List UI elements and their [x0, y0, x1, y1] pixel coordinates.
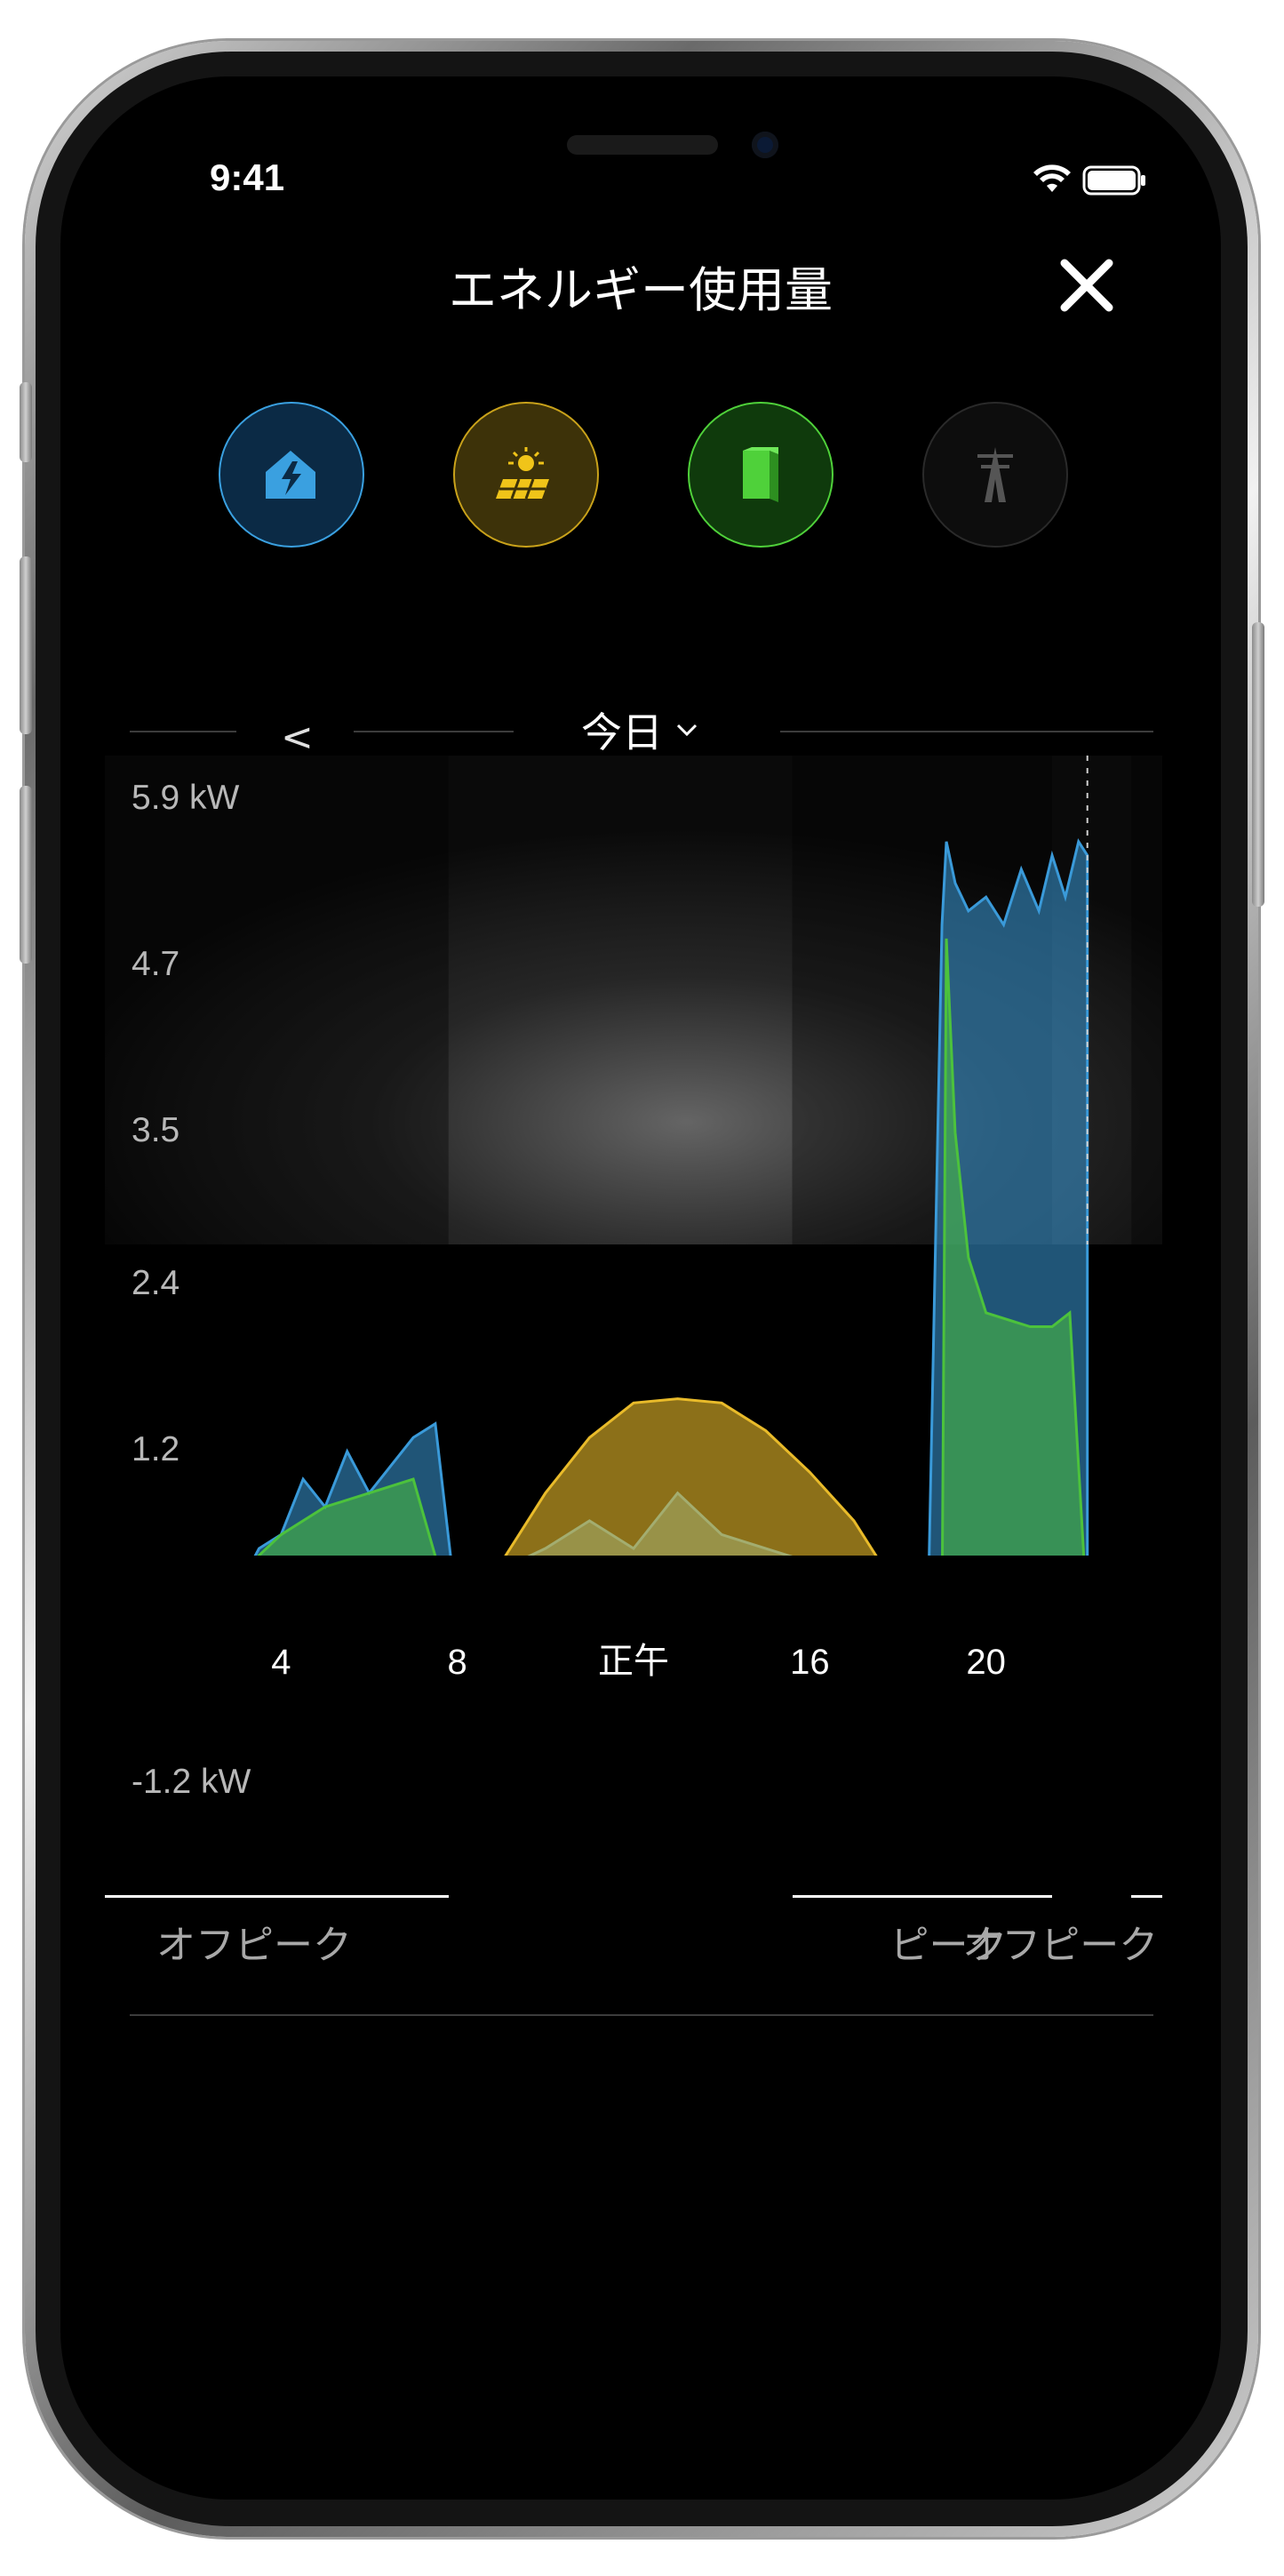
solar-mode-button[interactable]: [453, 402, 599, 548]
front-camera: [752, 132, 778, 158]
solar-icon: [496, 447, 549, 500]
status-time: 9:41: [210, 156, 285, 198]
screen: 9:41 エネルギー使用量 < 今日 5.9 kW 4.7 3.5 2.4 1.…: [60, 76, 1221, 2500]
tariff-band-bar: [792, 1895, 1053, 1898]
x-tick-label: 20: [966, 1643, 1006, 1682]
earpiece-speaker: [567, 135, 718, 155]
bottom-divider: [130, 2014, 1153, 2016]
chevron-down-icon: [676, 724, 698, 737]
tariff-shade-2: [1131, 756, 1162, 1244]
x-tick-label: 4: [271, 1643, 291, 1682]
solar-series-area: [504, 1397, 878, 1556]
power-button: [1252, 622, 1264, 907]
y-tick-label: 2.4: [132, 1263, 180, 1302]
y-tick-label: 5.9 kW: [132, 779, 240, 817]
home-mode-button[interactable]: [219, 402, 364, 548]
tariff-band-label: オフピーク: [962, 1923, 1159, 1968]
close-button[interactable]: [1056, 254, 1118, 316]
battery-status-icon: [1082, 165, 1145, 196]
y-tick-label: 3.5: [132, 1111, 180, 1150]
tariff-band-label: オフピーク: [156, 1923, 352, 1968]
y-tick-label: 1.2: [132, 1429, 180, 1468]
period-divider-right: [780, 731, 1153, 732]
volume-up-button: [20, 556, 32, 734]
x-tick-label: 8: [447, 1643, 467, 1682]
x-tick-label: 正午: [598, 1642, 669, 1681]
wifi-icon: [1033, 164, 1071, 192]
close-icon: [1060, 259, 1113, 312]
tariff-shade-0: [105, 756, 449, 1244]
tariff-band-bar: [105, 1895, 449, 1898]
battery-icon: [743, 447, 778, 502]
volume-down-button: [20, 786, 32, 964]
period-divider-mid: [354, 731, 514, 732]
status-icons: [1033, 162, 1148, 201]
previous-period-button[interactable]: <: [281, 715, 314, 760]
grid-mode-button[interactable]: [922, 402, 1068, 548]
y-tick-label: 4.7: [132, 945, 180, 984]
period-divider-left: [130, 731, 236, 732]
energy-chart: [105, 756, 1162, 1556]
battery-mode-button[interactable]: [688, 402, 833, 548]
grid-icon: [977, 447, 1013, 502]
x-tick-label: 16: [790, 1643, 830, 1682]
page-title: エネルギー使用量: [449, 262, 833, 318]
period-label: 今日: [581, 708, 663, 756]
mute-switch: [20, 382, 32, 462]
y-tick-label: -1.2 kW: [132, 1763, 251, 1802]
period-dropdown[interactable]: 今日: [581, 700, 698, 759]
home-icon: [266, 451, 315, 499]
tariff-band-bar: [1131, 1895, 1162, 1898]
